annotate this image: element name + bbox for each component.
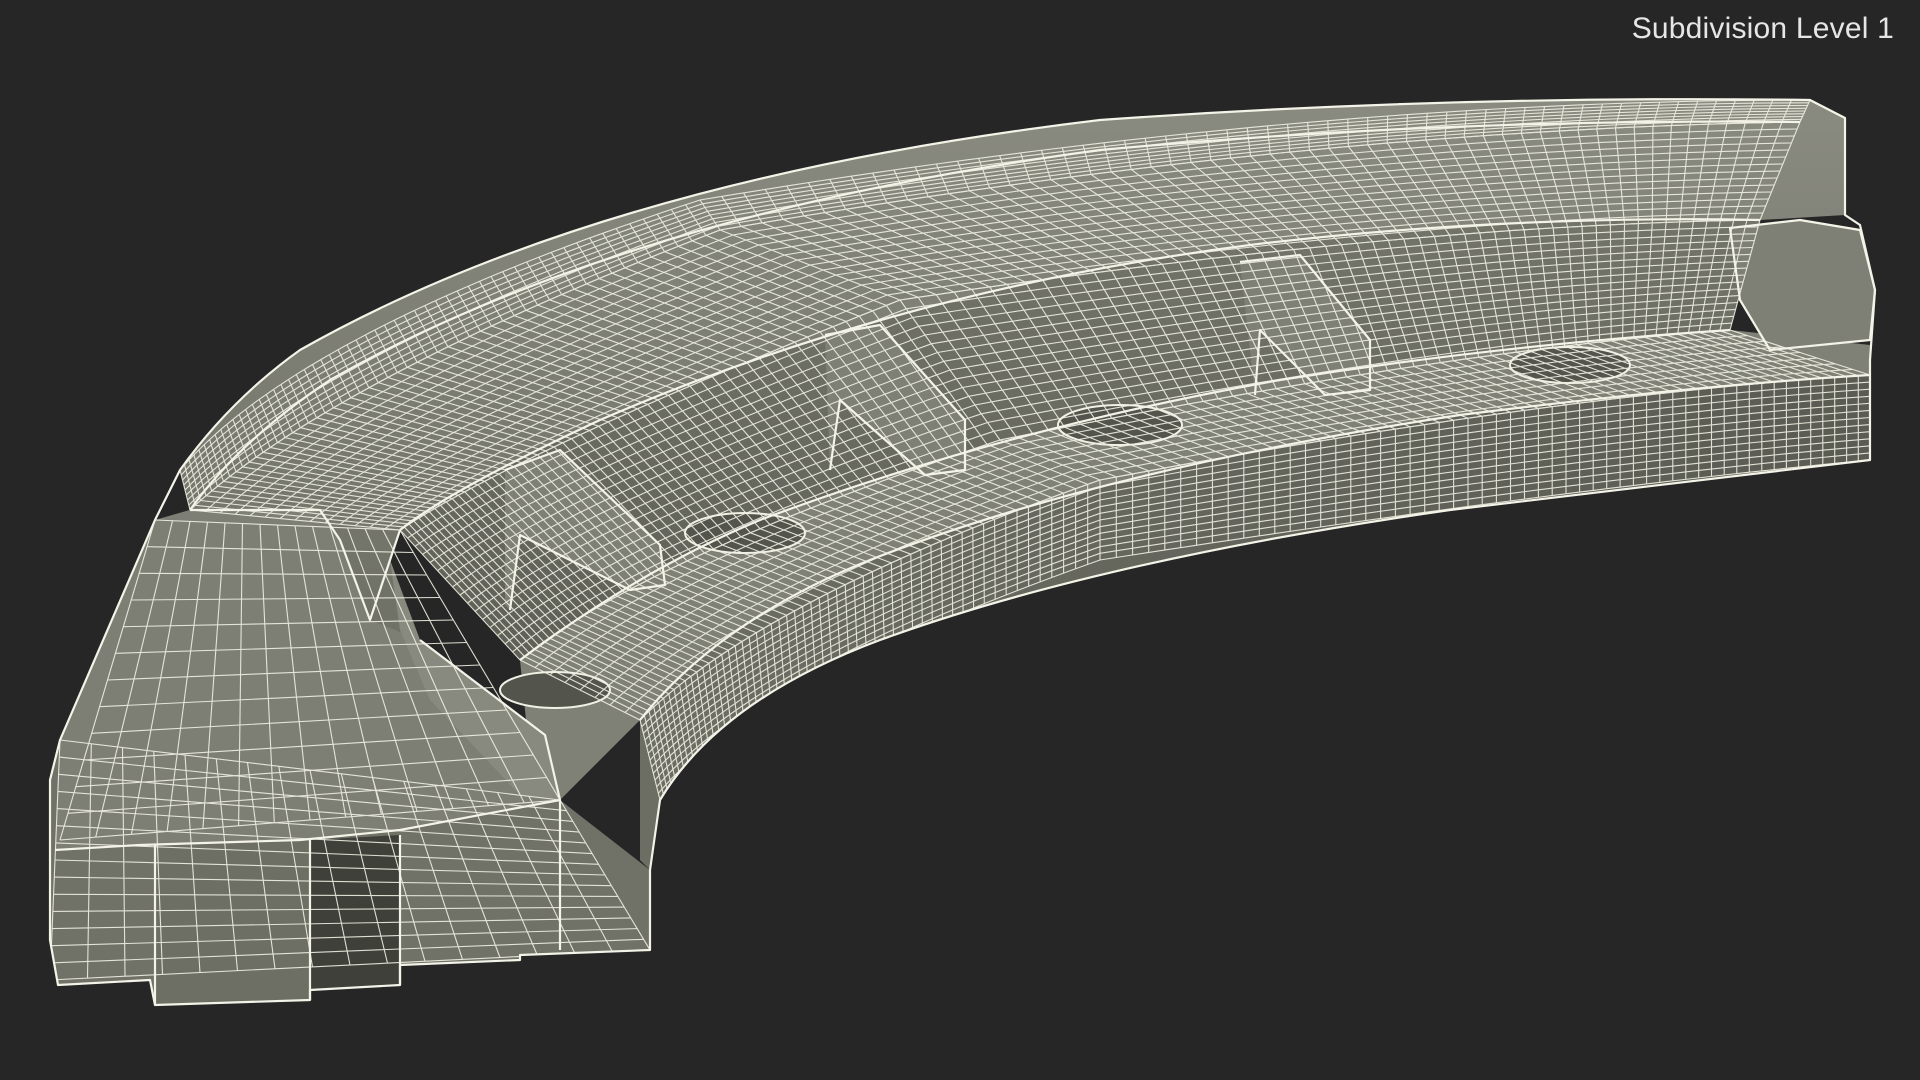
mesh-line <box>994 519 996 600</box>
viewport: Subdivision Level 1 <box>0 0 1920 1080</box>
wireframe-model <box>48 98 1877 1007</box>
mesh-line <box>1651 126 1654 223</box>
mesh-line <box>983 523 985 604</box>
mesh-line <box>1005 514 1007 595</box>
